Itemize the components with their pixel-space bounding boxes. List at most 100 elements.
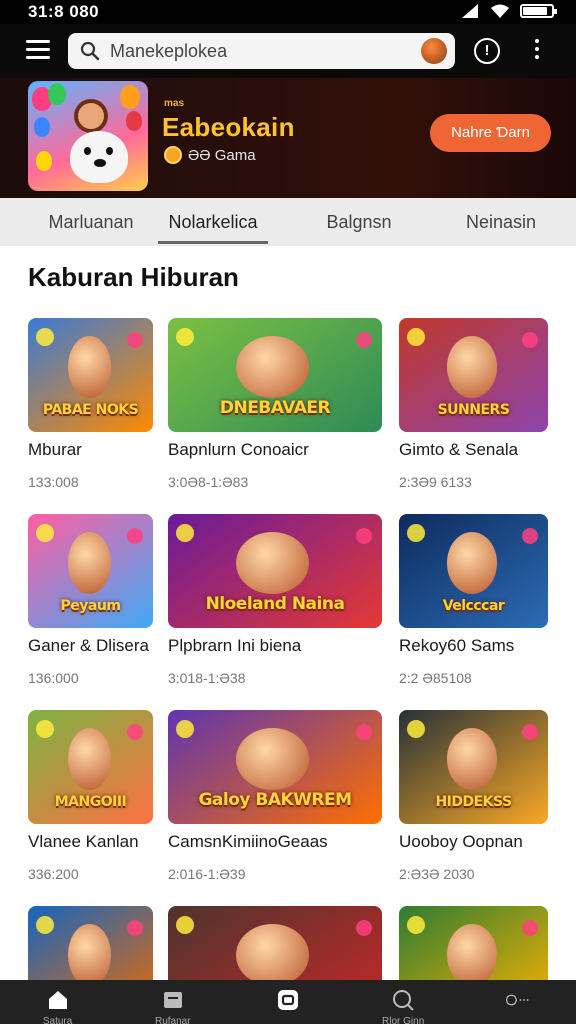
game-sparkle	[176, 328, 194, 346]
game-sparkle	[127, 920, 143, 936]
nav-item-home[interactable]: Satura	[18, 980, 98, 1024]
game-thumbnail[interactable]: Galoy BAKWREM	[168, 710, 382, 824]
game-logo: PABAE NOKS	[42, 402, 139, 418]
game-sparkle	[522, 724, 538, 740]
game-logo: SUNNERS	[437, 402, 510, 418]
play-now-button[interactable]: Nahre Ɗarn	[430, 114, 551, 152]
signal-icon	[462, 4, 478, 18]
game-logo: MANGOIII	[54, 794, 127, 810]
game-meta: 2:3Ə9 6133	[399, 474, 472, 490]
game-card[interactable]: DNEBAVAER Bapnlurn Conoaicr 3:0Ə8-1:Ə83	[168, 318, 382, 490]
game-sparkle	[356, 332, 372, 348]
game-sparkle	[176, 916, 194, 934]
game-thumbnail[interactable]: MANGOIII	[28, 710, 153, 824]
game-meta: 3:0Ə8-1:Ə83	[168, 474, 249, 490]
game-thumbnail[interactable]: PABAE NOKS	[28, 318, 153, 432]
status-bar: 31:8 080	[0, 0, 576, 24]
game-sparkle	[176, 720, 194, 738]
battery-icon	[520, 4, 557, 18]
banner-artwork	[28, 81, 148, 191]
game-sparkle	[356, 920, 372, 936]
tab-1[interactable]: Nolarkelica	[158, 198, 268, 246]
game-character	[446, 728, 498, 790]
avatar[interactable]	[421, 38, 447, 64]
game-meta: 133:008	[28, 474, 79, 490]
game-title: Vlanee Kanlan	[28, 832, 139, 851]
game-thumbnail[interactable]: Peyaum	[28, 514, 153, 628]
game-card[interactable]: MANGOIII Vlanee Kanlan 336:200	[28, 710, 153, 882]
nav-label: Rufanar	[154, 1016, 191, 1024]
app-icon	[277, 990, 298, 1010]
game-sparkle	[407, 524, 425, 542]
bottom-nav: Satura Rufanar Rlor Ginn	[0, 980, 576, 1024]
game-character	[236, 532, 310, 594]
nav-item-history[interactable]	[478, 980, 558, 1024]
game-thumbnail[interactable]: Nloeland Naina	[168, 514, 382, 628]
banner-subtitle-text: ƏƏ Gama	[188, 146, 256, 164]
game-thumbnail[interactable]: DNEBAVAER	[168, 318, 382, 432]
game-sparkle	[407, 720, 425, 738]
menu-icon[interactable]	[26, 40, 50, 62]
game-sparkle	[127, 528, 143, 544]
game-character	[68, 336, 111, 398]
tab-3[interactable]: Neinasin	[446, 198, 556, 246]
banner-subtitle: ƏƏ Gama	[164, 146, 256, 164]
game-character	[68, 728, 111, 790]
game-meta: 336:200	[28, 866, 79, 882]
game-card[interactable]: SUNNERS Gimto & Senala 2:3Ə9 6133	[399, 318, 548, 490]
game-logo: DNEBAVAER	[219, 398, 331, 418]
nav-item-news[interactable]: Rufanar	[133, 980, 213, 1024]
nav-item-app[interactable]	[248, 980, 328, 1024]
game-card[interactable]: Velcccar Rekoy60 Sams 2:2 Ə85108	[399, 514, 548, 686]
game-character	[68, 532, 111, 594]
game-sparkle	[356, 724, 372, 740]
search-icon	[80, 41, 100, 61]
game-character	[68, 924, 111, 986]
game-thumbnail[interactable]: SUNNERS	[399, 318, 548, 432]
game-sparkle	[176, 524, 194, 542]
search-bar[interactable]: Manekeplokea	[68, 33, 455, 69]
game-title: Bapnlurn Conoaicr	[168, 440, 309, 459]
coin-icon	[164, 146, 182, 164]
game-sparkle	[36, 328, 54, 346]
game-title: Ganer & Dlisera	[28, 636, 149, 655]
game-card[interactable]: PABAE NOKS Mburar 133:008	[28, 318, 153, 490]
game-thumbnail[interactable]: Velcccar	[399, 514, 548, 628]
game-thumbnail[interactable]: HIDDEKSS	[399, 710, 548, 824]
game-sparkle	[36, 720, 54, 738]
alert-icon[interactable]: !	[474, 38, 500, 64]
tab-0[interactable]: Marluanan	[0, 198, 182, 246]
nav-label: Rlor Ginn	[382, 1016, 425, 1024]
history-icon	[506, 994, 529, 1006]
status-time: 31:8 080	[28, 2, 100, 21]
game-logo: Galoy BAKWREM	[198, 790, 352, 810]
tab-2[interactable]: Balgnsn	[284, 198, 434, 246]
featured-banner[interactable]: mas Eabeokain ƏƏ Gama Nahre Ɗarn	[0, 78, 576, 198]
game-logo: HIDDEKSS	[435, 794, 512, 810]
game-logo: Peyaum	[60, 598, 121, 614]
more-vert-icon[interactable]	[530, 39, 544, 63]
news-icon	[163, 992, 182, 1008]
game-character	[236, 336, 310, 398]
game-sparkle	[36, 524, 54, 542]
game-sparkle	[522, 332, 538, 348]
game-title: Gimto & Senala	[399, 440, 519, 459]
game-character	[446, 924, 498, 986]
app-bar: Manekeplokea !	[0, 24, 576, 78]
game-sparkle	[356, 528, 372, 544]
banner-kicker: mas	[164, 98, 185, 109]
game-meta: 2:2 Ə85108	[399, 670, 472, 686]
game-sparkle	[522, 920, 538, 936]
home-icon	[48, 991, 67, 1009]
game-meta: 3:018-1:Ə38	[168, 670, 246, 686]
game-card[interactable]: HIDDEKSS Uooboy Oopnan 2:Ə3Ə 2030	[399, 710, 548, 882]
search-input[interactable]: Manekeplokea	[110, 41, 227, 62]
game-logo: Velcccar	[442, 598, 505, 614]
game-title: Rekoy60 Sams	[399, 636, 515, 655]
game-card[interactable]: Galoy BAKWREM CamsnKimiinoGeaas 2:016-1:Ə3…	[168, 710, 382, 882]
nav-item-explore[interactable]: Rlor Ginn	[363, 980, 443, 1024]
game-meta: 136:000	[28, 670, 79, 686]
game-sparkle	[407, 328, 425, 346]
game-card[interactable]: Nloeland Naina Plpbrarn Ini biena 3:018-1:…	[168, 514, 382, 686]
game-card[interactable]: Peyaum Ganer & Dlisera 136:000	[28, 514, 153, 686]
